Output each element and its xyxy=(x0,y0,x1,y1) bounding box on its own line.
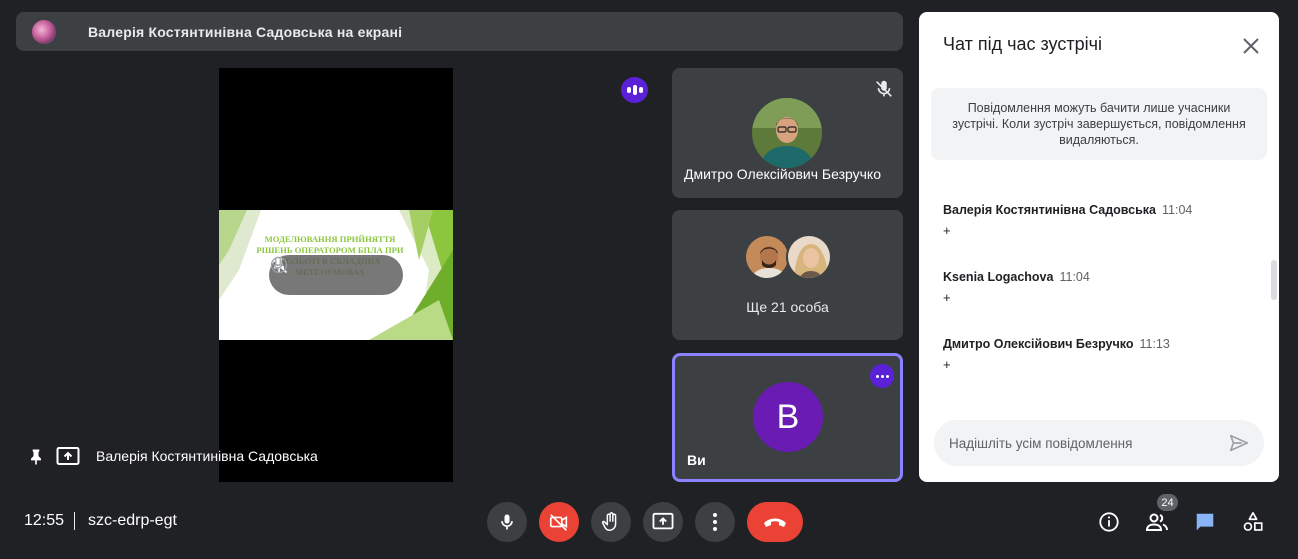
meet-window: Валерія Костянтинівна Садовська на екран… xyxy=(0,0,1298,559)
presentation-stage[interactable]: Моделювання прийняття рішень оператором … xyxy=(219,68,453,482)
participant-count-badge: 24 xyxy=(1157,494,1178,511)
presenter-name-label: Валерія Костянтинівна Садовська xyxy=(96,448,318,464)
camera-off-icon xyxy=(549,514,568,531)
presenting-label: Валерія Костянтинівна Садовська на екран… xyxy=(88,23,403,40)
chat-message: Ksenia Logachova 11:04 + xyxy=(943,270,1090,305)
chat-scrollbar[interactable] xyxy=(1271,260,1277,300)
chat-title: Чат під час зустрічі xyxy=(943,34,1102,54)
message-time: 11:04 xyxy=(1059,270,1090,284)
participant-avatar xyxy=(744,234,790,280)
self-avatar: В xyxy=(753,382,823,452)
end-call-icon xyxy=(764,518,786,527)
participants-button[interactable] xyxy=(1144,509,1170,535)
chat-button[interactable] xyxy=(1192,509,1218,535)
participant-avatar xyxy=(786,234,832,280)
more-options-button[interactable] xyxy=(695,502,735,542)
chat-message: Дмитро Олексійович Безручко 11:13 + xyxy=(943,337,1170,372)
message-author: Ksenia Logachova xyxy=(943,270,1054,284)
mute-participant-icon xyxy=(272,256,349,288)
chat-icon xyxy=(1196,513,1214,531)
activities-button[interactable] xyxy=(1240,509,1266,535)
leave-call-button[interactable] xyxy=(747,502,803,542)
message-time: 11:04 xyxy=(1162,203,1193,217)
message-text: + xyxy=(943,357,951,372)
tile-hover-controls xyxy=(269,255,403,295)
speaking-indicator-icon xyxy=(621,77,648,103)
chat-panel: Чат під час зустрічі Повідомлення можуть… xyxy=(919,12,1279,482)
close-icon[interactable] xyxy=(1239,34,1263,58)
screen-share-icon xyxy=(56,447,80,465)
present-screen-icon xyxy=(652,512,674,530)
microphone-button[interactable] xyxy=(487,502,527,542)
raise-hand-button[interactable] xyxy=(591,502,631,542)
presenter-avatar xyxy=(32,19,56,44)
microphone-icon xyxy=(501,514,513,530)
presentation-slide: Моделювання прийняття рішень оператором … xyxy=(219,210,453,340)
camera-off-button[interactable] xyxy=(539,502,579,542)
meeting-details-button[interactable] xyxy=(1096,509,1122,535)
meeting-code: szc-edrp-egt xyxy=(88,512,177,529)
participant-avatar xyxy=(752,98,822,168)
participant-name: Дмитро Олексійович Безручко xyxy=(684,166,882,182)
participant-tile[interactable]: Дмитро Олексійович Безручко xyxy=(672,68,903,198)
meeting-clock: 12:55 xyxy=(24,512,65,529)
info-icon xyxy=(1099,512,1119,532)
pin-icon[interactable] xyxy=(26,447,46,467)
send-icon[interactable] xyxy=(1228,432,1250,454)
people-icon xyxy=(1145,513,1168,531)
more-participants-label: Ще 21 особа xyxy=(746,299,829,315)
chat-input[interactable] xyxy=(949,432,1219,454)
self-tile[interactable]: В Ви xyxy=(672,353,903,482)
divider xyxy=(74,512,75,530)
self-name: Ви xyxy=(687,452,706,468)
presenting-bar: Валерія Костянтинівна Садовська на екран… xyxy=(16,12,903,51)
chat-message: Валерія Костянтинівна Садовська 11:04 + xyxy=(943,203,1192,238)
mic-off-icon xyxy=(876,80,892,97)
more-vert-icon xyxy=(713,513,717,531)
activities-icon xyxy=(1243,512,1263,531)
chat-input-box[interactable] xyxy=(934,420,1264,466)
more-participants-tile[interactable]: Ще 21 особа xyxy=(672,210,903,340)
chat-notice: Повідомлення можуть бачити лише учасники… xyxy=(931,88,1267,160)
remove-participant-icon xyxy=(270,256,388,288)
hand-icon xyxy=(601,512,617,531)
message-time: 11:13 xyxy=(1139,337,1170,351)
message-author: Дмитро Олексійович Безручко xyxy=(943,337,1134,351)
message-text: + xyxy=(943,223,951,238)
message-text: + xyxy=(943,290,951,305)
message-author: Валерія Костянтинівна Садовська xyxy=(943,203,1157,217)
more-options-icon[interactable] xyxy=(870,364,894,388)
present-screen-button[interactable] xyxy=(643,502,683,542)
